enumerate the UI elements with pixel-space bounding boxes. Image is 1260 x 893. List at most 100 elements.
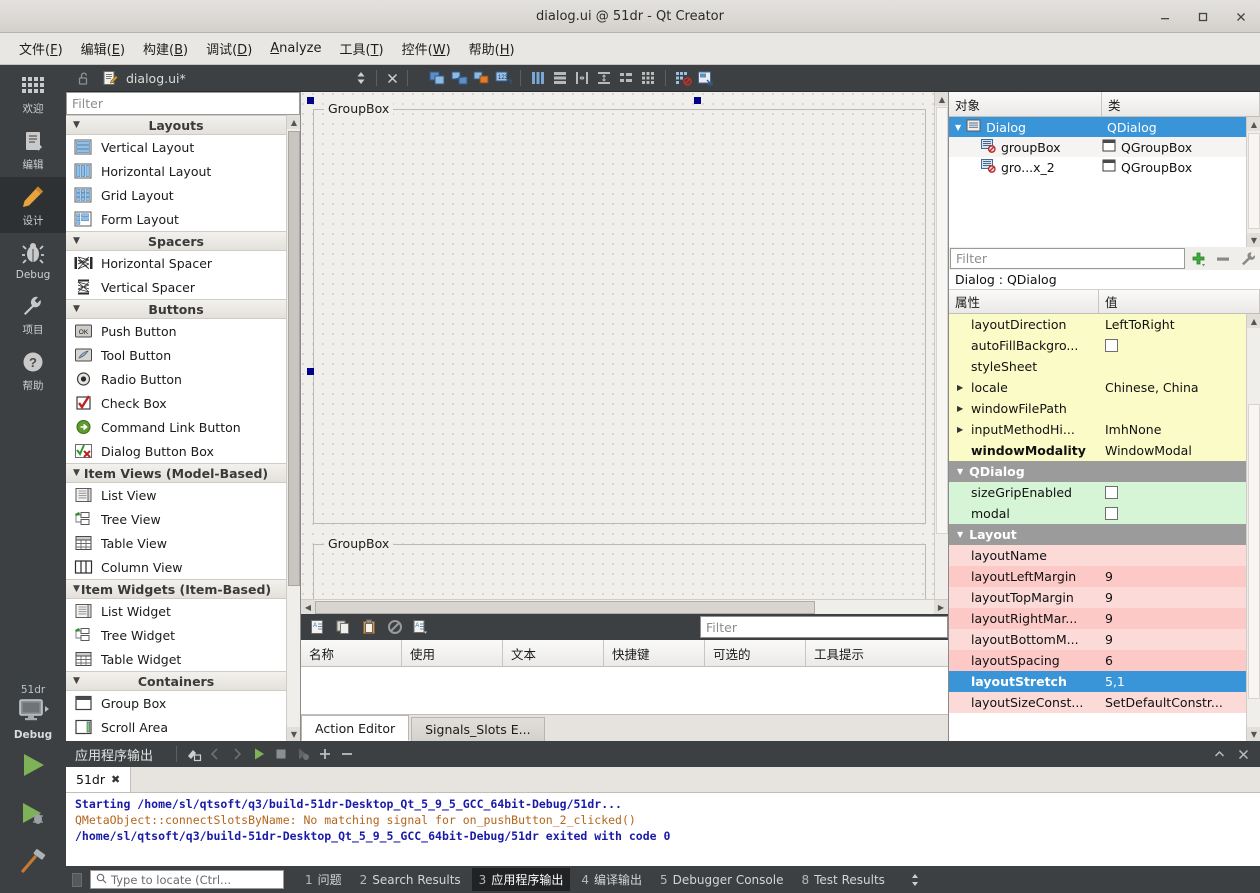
groupbox-1[interactable]: GroupBox [313,101,926,524]
close-tab-icon[interactable]: ✖ [111,773,120,786]
widget-item-check-box[interactable]: Check Box [66,391,286,415]
output-selector-1[interactable]: 1 问题 [298,868,349,891]
widget-category-spacers[interactable]: ▼ Spacers [66,231,286,251]
form-grid-surface[interactable]: GroupBox GroupBox [301,92,934,613]
property-value-cell[interactable]: Chinese, China [1099,377,1246,398]
property-value-cell[interactable]: 9 [1099,566,1246,587]
canvas-scroll-right-icon[interactable]: ▶ [934,599,948,615]
pe-scroll-up-icon[interactable]: ▲ [1247,314,1260,328]
property-value-cell[interactable]: WindowModal [1099,440,1246,461]
output-selector-4[interactable]: 4 编译输出 [574,868,649,891]
edit-action-icon[interactable]: A [411,617,431,637]
menu-item-8[interactable]: 帮助(H) [460,35,524,62]
action-editor-rows[interactable] [301,667,948,714]
widget-category-containers[interactable]: ▼ Containers [66,671,286,691]
canvas-scroll-up-icon[interactable]: ▲ [935,92,948,106]
widget-item-vertical-spacer[interactable]: Vertical Spacer [66,275,286,299]
groupbox-2[interactable]: GroupBox [313,536,926,606]
edit-widgets-icon[interactable] [427,68,447,88]
output-text-area[interactable]: Starting /home/sl/qtsoft/q3/build-51dr-D… [66,793,1260,866]
configure-wrench-icon[interactable] [1235,248,1260,270]
selection-handle-top-left[interactable] [307,97,314,104]
canvas-scroll-thumb[interactable] [936,107,948,534]
prev-item-icon[interactable] [204,743,226,765]
widget-item-tree-widget[interactable]: Tree Widget [66,623,286,647]
object-inspector-tree[interactable]: ▼ Dialog QDialog groupBox QGroupBox gro...x_2… [949,117,1260,247]
menu-item-1[interactable]: 文件(F) [10,35,72,62]
output-selector-2[interactable]: 2 Search Results [353,870,468,890]
menu-item-6[interactable]: 工具(T) [331,35,393,62]
attach-debugger-icon[interactable] [292,743,314,765]
bottom-tab-1[interactable]: Action Editor [301,715,410,741]
action-column-header-6[interactable]: 工具提示 [806,640,948,666]
action-column-header-3[interactable]: 文本 [503,640,604,666]
property-row-sizeGripEnabled[interactable]: sizeGripEnabled [949,482,1246,503]
property-value-cell[interactable]: 9 [1099,608,1246,629]
menu-item-2[interactable]: 编辑(E) [72,35,134,62]
widget-item-list-widget[interactable]: List Widget [66,599,286,623]
output-selector-3[interactable]: 3 应用程序输出 [471,868,571,891]
widget-box-scroll-thumb[interactable] [288,131,300,586]
property-value-cell[interactable]: LeftToRight [1099,314,1246,335]
add-plus-icon[interactable] [1185,248,1210,270]
maximize-icon[interactable] [1194,8,1212,26]
remove-minus-icon[interactable] [1210,248,1235,270]
kit-selector-button[interactable]: 51dr Debug [0,680,66,741]
property-row-layoutRightMar[interactable]: layoutRightMar... 9 [949,608,1246,629]
property-checkbox[interactable] [1105,507,1118,520]
action-column-header-4[interactable]: 快捷键 [604,640,705,666]
property-group-Layout[interactable]: ▼ Layout [949,524,1246,545]
layout-splitter-v-icon[interactable] [594,68,614,88]
property-row-layoutName[interactable]: layoutName [949,545,1246,566]
expand-arrow-icon[interactable]: ▶ [957,404,963,413]
zoom-out-icon[interactable] [336,743,358,765]
property-row-layoutLeftMargin[interactable]: layoutLeftMargin 9 [949,566,1246,587]
property-value-cell[interactable] [1099,545,1246,566]
action-column-header-2[interactable]: 使用 [402,640,503,666]
object-row-groupBox[interactable]: groupBox QGroupBox [949,137,1246,157]
widget-box-scrollbar[interactable]: ▲ ▼ [286,115,300,741]
property-filter-input[interactable]: Filter [950,248,1185,269]
edit-buddies-icon[interactable] [471,68,491,88]
minimize-icon[interactable] [1156,8,1174,26]
widget-category-item-views-model-based[interactable]: ▼ Item Views (Model-Based) [66,463,286,483]
property-value-cell[interactable]: ImhNone [1099,419,1246,440]
property-column-header[interactable]: 属性 [949,290,1099,313]
widget-item-radio-button[interactable]: Radio Button [66,367,286,391]
delete-icon[interactable] [385,617,405,637]
open-file-name[interactable]: dialog.ui* [126,71,186,86]
layout-grid-icon[interactable] [638,68,658,88]
widget-item-column-view[interactable]: Column View [66,555,286,579]
close-icon[interactable] [1232,8,1250,26]
property-group-QDialog[interactable]: ▼ QDialog [949,461,1246,482]
widget-item-table-widget[interactable]: Table Widget [66,647,286,671]
oi-scroll-down-icon[interactable]: ▼ [1247,233,1260,247]
widget-item-tree-view[interactable]: Tree View [66,507,286,531]
mode-button-帮助[interactable]: ? 帮助 [0,342,66,398]
property-checkbox[interactable] [1105,339,1118,352]
split-updown-icon[interactable] [351,68,371,88]
run-button[interactable] [0,741,66,789]
bottom-tab-2[interactable]: Signals_Slots E... [411,717,545,741]
property-row-locale[interactable]: ▶ locale Chinese, China [949,377,1246,398]
widget-box-filter-input[interactable]: Filter [66,92,300,115]
stop-output-icon[interactable] [270,743,292,765]
canvas-hscroll-thumb[interactable] [315,600,815,614]
oi-scroll-thumb[interactable] [1248,133,1260,229]
property-row-windowModality[interactable]: windowModality WindowModal [949,440,1246,461]
clean-output-icon[interactable] [182,743,204,765]
widget-item-grid-layout[interactable]: Grid Layout [66,183,286,207]
mode-button-编辑[interactable]: 编辑 [0,121,66,177]
property-row-windowFilePath[interactable]: ▶ windowFilePath [949,398,1246,419]
selection-handle-top-right[interactable] [694,97,701,104]
lock-open-icon[interactable] [74,68,94,88]
property-value-cell[interactable] [1099,482,1246,503]
oi-scroll-up-icon[interactable]: ▲ [1247,117,1260,131]
menu-item-5[interactable]: Analyze [261,37,330,60]
widget-item-table-view[interactable]: Table View [66,531,286,555]
property-value-cell[interactable] [1099,356,1246,377]
action-editor-filter-input[interactable]: Filter [700,616,948,638]
widget-item-dialog-button-box[interactable]: Dialog Button Box [66,439,286,463]
widget-category-layouts[interactable]: ▼ Layouts [66,115,286,135]
output-selector-8[interactable]: 8 Test Results [794,870,891,890]
